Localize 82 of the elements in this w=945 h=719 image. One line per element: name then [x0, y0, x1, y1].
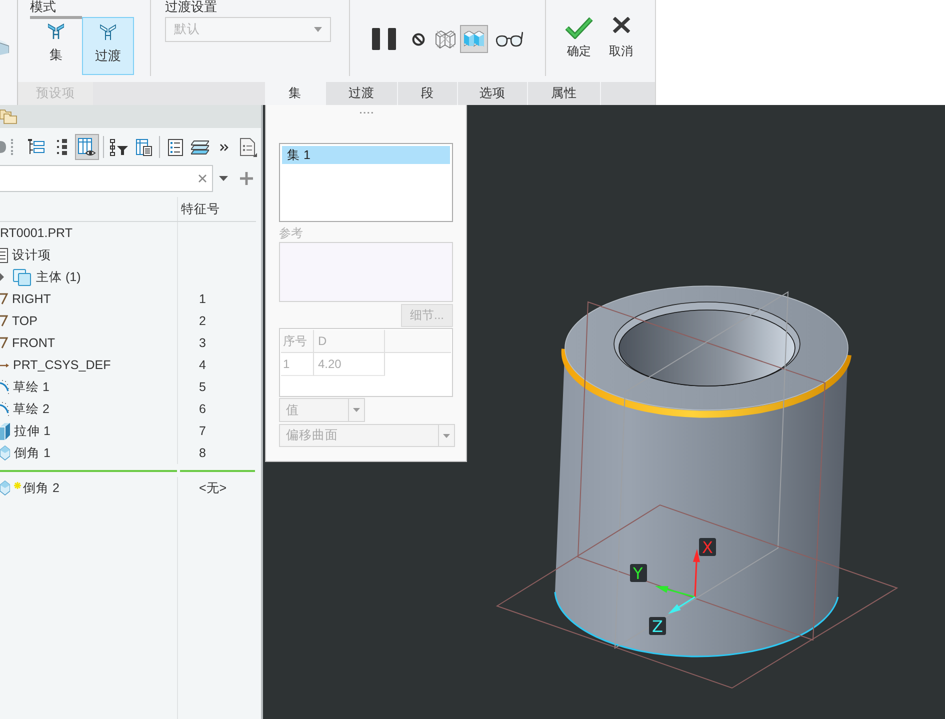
caret-icon	[353, 408, 360, 412]
tree-item[interactable]: 设计项	[12, 246, 51, 264]
column-header: 序号	[281, 330, 314, 353]
tab[interactable]: 选项	[457, 82, 527, 105]
close-icon	[612, 17, 630, 33]
chamfer-feature-icon	[0, 445, 10, 461]
feature-number: <无>	[199, 480, 227, 496]
folder-icon	[0, 109, 17, 124]
mode-button[interactable]: 过渡	[82, 17, 134, 75]
document-icon	[240, 138, 257, 156]
plane-icon	[0, 337, 8, 349]
feature-number: 8	[199, 446, 206, 460]
tree-item[interactable]: TOP	[12, 314, 38, 328]
column-header[interactable]: 特征号	[181, 200, 220, 218]
caret-icon	[314, 27, 322, 32]
body-icon	[13, 268, 31, 286]
plane-icon	[0, 293, 8, 305]
tree-item[interactable]: 草绘 2	[13, 400, 50, 418]
tree-item[interactable]: PRT_CSYS_DEF	[13, 358, 111, 372]
tree-item[interactable]: RIGHT	[12, 292, 51, 306]
axis-label: X	[699, 538, 716, 557]
wireframe-cube-icon	[435, 29, 456, 49]
column-settings-icon	[136, 138, 152, 156]
list-details-icon	[168, 138, 183, 156]
pause-icon	[372, 28, 396, 50]
axis-label: Y	[630, 564, 647, 583]
section-label: 参考	[279, 225, 303, 242]
wireframe-preview-button[interactable]	[435, 29, 456, 49]
columns-button[interactable]	[74, 134, 99, 160]
verify-button[interactable]	[496, 31, 523, 47]
sketch-icon	[0, 402, 9, 416]
list-item[interactable]: 集 1	[282, 146, 450, 164]
tree-item[interactable]: 拉伸 1	[14, 422, 50, 440]
pause-button[interactable]	[372, 28, 396, 50]
feature-number: 3	[199, 336, 206, 350]
group-title: 过渡设置	[165, 0, 217, 16]
prohibited-icon	[412, 32, 425, 46]
tree-filter-icon	[110, 138, 128, 156]
check-icon	[565, 17, 593, 39]
group-title: 模式	[30, 0, 56, 16]
tree-item[interactable]: 草绘 1	[13, 378, 50, 396]
glasses-icon	[496, 31, 523, 47]
plus-icon[interactable]	[240, 172, 253, 185]
shaded-preview-button[interactable]	[460, 25, 488, 53]
tree-item[interactable]: 倒角 2	[23, 480, 60, 496]
tab[interactable]: 过渡	[325, 82, 397, 105]
tree-item[interactable]: RT0001.PRT	[0, 226, 72, 240]
tree-item[interactable]: 主体 (1)	[36, 268, 81, 286]
columns-eye-icon	[78, 138, 96, 156]
column-header: D	[314, 330, 385, 353]
sketch-icon	[0, 380, 9, 394]
chamfer-icon	[48, 23, 64, 39]
feature-number: 4	[199, 358, 206, 372]
ok-button[interactable]: 确定	[561, 14, 597, 64]
plane-icon	[0, 315, 8, 327]
cancel-button[interactable]: 取消	[603, 14, 639, 64]
layers-icon	[191, 140, 210, 154]
tab[interactable]: 段	[397, 82, 457, 105]
feature-number: 7	[199, 424, 206, 438]
feature-number: 1	[199, 292, 206, 306]
dotted-list-icon	[56, 139, 67, 155]
chamfer-icon	[100, 24, 116, 40]
clear-icon	[198, 174, 207, 183]
caret-icon	[0, 273, 4, 281]
tree-list-icon	[28, 139, 46, 155]
tab[interactable]: 属性	[527, 82, 600, 105]
feature-number: 2	[199, 314, 206, 328]
tree-item[interactable]: 倒角 1	[14, 444, 50, 462]
feature-number: 5	[199, 380, 206, 394]
dropdown-icon[interactable]	[219, 176, 228, 181]
round-icon	[0, 140, 6, 154]
caret-icon	[443, 434, 450, 438]
chevrons-icon	[220, 144, 229, 150]
search-field[interactable]	[0, 165, 213, 192]
no-preview-button[interactable]	[412, 32, 425, 46]
shaded-cubes-icon	[464, 31, 484, 47]
feature-number: 6	[199, 402, 206, 416]
cube-icon	[0, 40, 9, 55]
axis-label: Z	[649, 617, 666, 636]
chamfer-feature-icon	[0, 480, 10, 496]
arrow-icon	[0, 362, 9, 368]
tree-item[interactable]: FRONT	[12, 336, 56, 350]
